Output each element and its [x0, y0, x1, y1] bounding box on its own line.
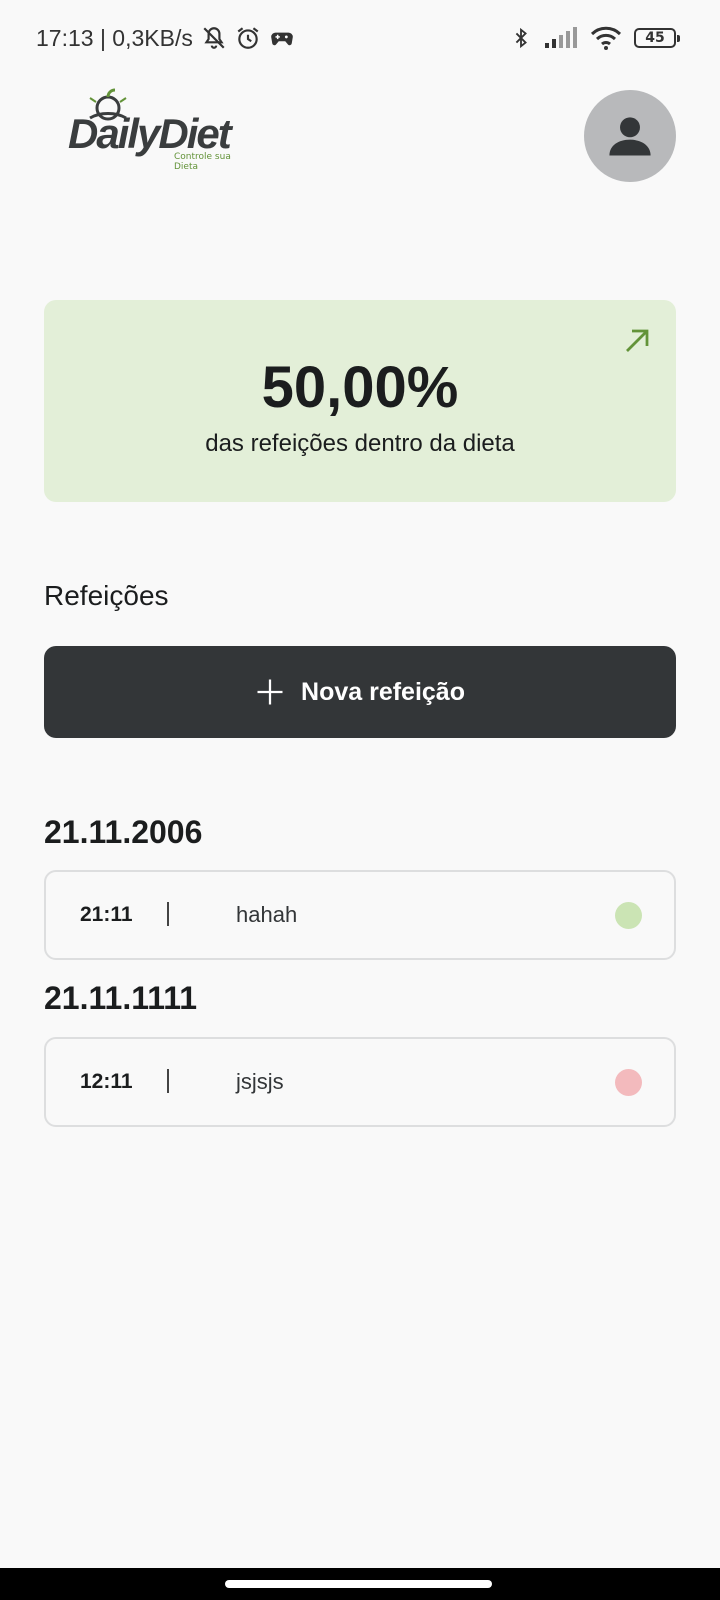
status-bar: 17:13 | 0,3KB/s 45 — [0, 0, 720, 76]
off-diet-status-dot — [615, 1068, 642, 1096]
wifi-icon — [590, 26, 622, 50]
arrow-up-right-icon[interactable] — [622, 326, 652, 356]
bluetooth-icon — [510, 25, 532, 51]
user-avatar[interactable] — [584, 90, 676, 182]
notifications-off-icon — [201, 25, 227, 51]
status-left: 17:13 | 0,3KB/s — [36, 25, 295, 52]
plus-icon — [257, 679, 283, 705]
home-gesture-handle[interactable] — [225, 1580, 492, 1588]
meals-title: Refeições — [44, 580, 169, 611]
user-icon — [609, 117, 651, 156]
app-screen: 17:13 | 0,3KB/s 45 DailyDiet Controle su… — [0, 0, 720, 1600]
meal-time: 12:11 — [80, 1070, 133, 1093]
app-header: DailyDiet Controle sua Dieta — [0, 88, 720, 184]
meal-divider — [167, 902, 169, 926]
alarm-icon — [235, 25, 261, 51]
meal-group-date: 21.11.2006 — [44, 814, 203, 850]
signal-icon — [544, 27, 578, 49]
system-nav-bar — [0, 1568, 720, 1600]
meal-list-item[interactable]: 21:11 hahah — [44, 870, 676, 960]
daily-diet-logo: DailyDiet Controle sua Dieta — [66, 88, 256, 172]
game-controller-icon — [269, 25, 295, 51]
logo-subtitle: Controle sua Dieta — [174, 152, 231, 172]
diet-percentage: 50,00% — [261, 355, 459, 420]
new-meal-label: Nova refeição — [301, 677, 465, 706]
diet-percentage-label: das refeições dentro da dieta — [205, 430, 515, 457]
meal-group-date: 21.11.1111 — [44, 980, 198, 1016]
meal-time: 21:11 — [80, 903, 133, 926]
meal-divider — [167, 1069, 169, 1093]
meal-list-item[interactable]: 12:11 jsjsjs — [44, 1037, 676, 1127]
diet-stats-card[interactable]: 50,00% das refeições dentro da dieta — [44, 300, 676, 502]
in-diet-status-dot — [615, 901, 642, 929]
meal-name: jsjsjs — [236, 1069, 284, 1094]
meal-name: hahah — [236, 902, 298, 927]
logo-title: DailyDiet — [68, 110, 232, 157]
new-meal-button[interactable]: Nova refeição — [44, 646, 676, 738]
status-time-speed: 17:13 | 0,3KB/s — [36, 24, 193, 51]
battery-icon: 45 — [634, 28, 680, 48]
status-right: 45 — [510, 25, 680, 51]
